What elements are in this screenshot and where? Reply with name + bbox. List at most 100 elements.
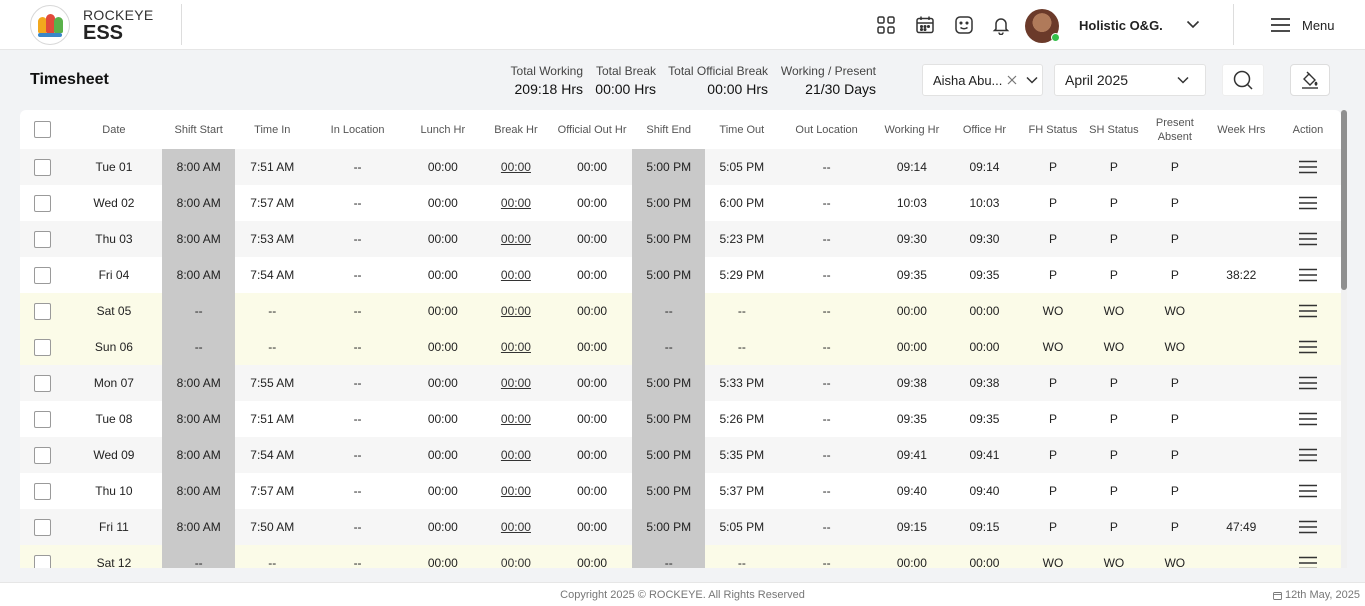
table-scrollbar-thumb[interactable] xyxy=(1341,110,1347,290)
week-hrs-cell xyxy=(1207,437,1275,473)
chevron-down-icon[interactable] xyxy=(1175,72,1191,88)
row-menu-icon[interactable] xyxy=(1298,340,1318,354)
org-name[interactable]: Holistic O&G. xyxy=(1079,18,1163,33)
chat-icon[interactable] xyxy=(952,13,976,37)
official-out-hr-cell: 00:00 xyxy=(551,509,633,545)
column-header[interactable]: Official Out Hr xyxy=(552,110,632,149)
month-select[interactable]: April 2025 xyxy=(1054,64,1206,96)
row-select-cell xyxy=(20,401,66,437)
break-hr-link[interactable]: 00:00 xyxy=(501,448,531,462)
column-header[interactable]: Week Hrs xyxy=(1208,110,1275,149)
row-menu-icon[interactable] xyxy=(1298,160,1318,174)
column-header[interactable]: Present Absent xyxy=(1142,110,1208,149)
time-out-cell: 5:05 PM xyxy=(705,509,779,545)
row-checkbox[interactable] xyxy=(34,554,52,568)
row-menu-icon[interactable] xyxy=(1298,376,1318,390)
column-header[interactable]: In Location xyxy=(309,110,405,149)
break-hr-link[interactable]: 00:00 xyxy=(501,484,531,498)
select-all-checkbox[interactable] xyxy=(34,121,52,138)
shift-end-cell: 5:00 PM xyxy=(632,221,706,257)
row-checkbox[interactable] xyxy=(34,518,52,536)
user-avatar[interactable] xyxy=(1025,9,1060,43)
calendar-icon[interactable] xyxy=(913,13,937,37)
column-header[interactable]: Lunch Hr xyxy=(406,110,480,149)
chevron-down-icon[interactable] xyxy=(1184,15,1202,33)
column-header[interactable]: Out Location xyxy=(778,110,874,149)
row-menu-icon[interactable] xyxy=(1298,448,1318,462)
paint-bucket-icon xyxy=(1302,71,1318,89)
break-hr-link[interactable]: 00:00 xyxy=(501,412,531,426)
break-hr-cell: 00:00 xyxy=(479,365,552,401)
working-hr-cell: 09:41 xyxy=(874,437,949,473)
break-hr-link[interactable]: 00:00 xyxy=(501,376,531,390)
in-location-cell: -- xyxy=(309,545,406,568)
row-checkbox[interactable] xyxy=(34,446,52,464)
fh-status-cell: P xyxy=(1020,185,1086,221)
clear-icon[interactable] xyxy=(1006,74,1018,86)
row-menu-icon[interactable] xyxy=(1298,304,1318,318)
column-header[interactable]: Working Hr xyxy=(875,110,949,149)
column-header[interactable]: FH Status xyxy=(1020,110,1086,149)
column-header[interactable]: Time In xyxy=(235,110,309,149)
out-location-cell: -- xyxy=(778,293,875,329)
chevron-down-icon[interactable] xyxy=(1024,72,1040,88)
row-checkbox[interactable] xyxy=(34,302,52,320)
row-menu-icon[interactable] xyxy=(1298,556,1318,568)
break-hr-link[interactable]: 00:00 xyxy=(501,160,531,174)
in-location-cell: -- xyxy=(309,509,406,545)
break-hr-link[interactable]: 00:00 xyxy=(501,556,531,568)
present-absent-cell: WO xyxy=(1141,293,1208,329)
shift-end-cell: 5:00 PM xyxy=(632,437,706,473)
row-checkbox[interactable] xyxy=(34,410,52,428)
column-header[interactable]: SH Status xyxy=(1086,110,1142,149)
bell-icon[interactable] xyxy=(989,13,1013,37)
out-location-cell: -- xyxy=(778,365,875,401)
rockeye-logo-icon[interactable] xyxy=(30,5,70,45)
apps-grid-icon[interactable] xyxy=(874,13,898,37)
break-hr-link[interactable]: 00:00 xyxy=(501,232,531,246)
row-checkbox[interactable] xyxy=(34,482,52,500)
row-checkbox[interactable] xyxy=(34,266,52,284)
employee-select[interactable]: Aisha Abu... xyxy=(922,64,1043,96)
column-header[interactable]: Break Hr xyxy=(480,110,552,149)
shift-end-cell: 5:00 PM xyxy=(632,257,706,293)
row-menu-icon[interactable] xyxy=(1298,196,1318,210)
week-hrs-cell xyxy=(1207,293,1275,329)
break-hr-link[interactable]: 00:00 xyxy=(501,520,531,534)
break-hr-link[interactable]: 00:00 xyxy=(501,268,531,282)
in-location-cell: -- xyxy=(309,257,406,293)
working-hr-cell: 00:00 xyxy=(874,329,949,365)
column-header[interactable]: Shift End xyxy=(632,110,705,149)
in-location-cell: -- xyxy=(309,293,406,329)
lunch-hr-cell: 00:00 xyxy=(405,329,480,365)
column-header[interactable]: Shift Start xyxy=(162,110,235,149)
stat-total-break: Total Break 00:00 Hrs xyxy=(595,64,656,97)
action-cell xyxy=(1274,149,1341,185)
row-select-cell xyxy=(20,293,66,329)
row-checkbox[interactable] xyxy=(34,194,52,212)
break-hr-link[interactable]: 00:00 xyxy=(501,304,531,318)
time-in-cell: 7:51 AM xyxy=(235,149,310,185)
break-hr-link[interactable]: 00:00 xyxy=(501,340,531,354)
row-checkbox[interactable] xyxy=(34,158,52,176)
menu-button[interactable]: Menu xyxy=(1270,14,1335,36)
search-button[interactable] xyxy=(1222,64,1264,96)
column-header[interactable]: Date xyxy=(66,110,162,149)
row-menu-icon[interactable] xyxy=(1298,412,1318,426)
theme-button[interactable] xyxy=(1290,64,1330,96)
row-menu-icon[interactable] xyxy=(1298,268,1318,282)
column-header[interactable]: Office Hr xyxy=(949,110,1020,149)
date-cell: Tue 08 xyxy=(65,401,163,437)
row-checkbox[interactable] xyxy=(34,374,52,392)
sh-status-cell: P xyxy=(1085,185,1142,221)
action-cell xyxy=(1274,293,1341,329)
row-menu-icon[interactable] xyxy=(1298,520,1318,534)
sh-status-cell: P xyxy=(1085,365,1142,401)
break-hr-link[interactable]: 00:00 xyxy=(501,196,531,210)
row-menu-icon[interactable] xyxy=(1298,232,1318,246)
row-menu-icon[interactable] xyxy=(1298,484,1318,498)
row-checkbox[interactable] xyxy=(34,230,52,248)
row-checkbox[interactable] xyxy=(34,338,52,356)
official-out-hr-cell: 00:00 xyxy=(551,185,633,221)
column-header[interactable]: Time Out xyxy=(705,110,778,149)
